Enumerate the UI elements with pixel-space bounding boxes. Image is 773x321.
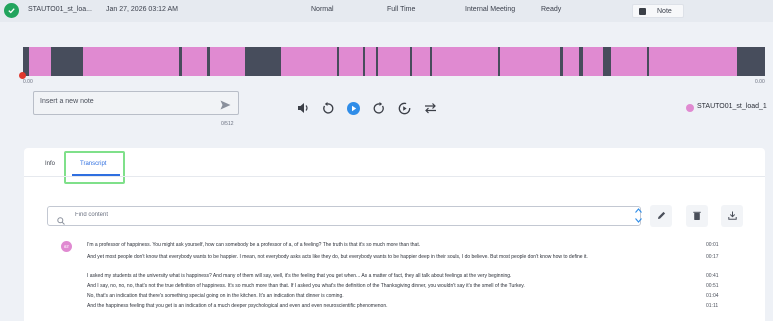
forward-icon[interactable]	[372, 101, 386, 115]
details-panel: Info Transcript ST I'm a professor of ha…	[24, 148, 765, 321]
rewind-icon[interactable]	[320, 101, 334, 115]
speech-segment	[182, 47, 207, 76]
speech-segment	[210, 47, 245, 76]
shift-label: Full Time	[387, 6, 416, 13]
speech-segment	[83, 47, 179, 76]
download-button[interactable]	[721, 205, 743, 227]
speech-segment	[378, 47, 410, 76]
transcript-timestamp[interactable]: 00:01	[706, 242, 719, 248]
transcript-timestamp[interactable]: 01:04	[706, 293, 719, 299]
tab-focus-highlight	[64, 151, 125, 184]
transcript-timestamp[interactable]: 01:11	[706, 303, 718, 309]
note-icon	[639, 8, 646, 15]
trash-icon	[693, 207, 701, 225]
transcript-timestamp[interactable]: 00:17	[706, 254, 719, 260]
speech-segment	[281, 47, 337, 76]
transcript-line[interactable]: And the happiness feeling that you get i…	[87, 303, 697, 310]
category-label: Internal Meeting	[465, 6, 516, 13]
pencil-icon	[657, 207, 666, 225]
speech-segment	[339, 47, 363, 76]
search-input[interactable]	[75, 212, 475, 218]
transcript-line[interactable]: And I say, no, no, no, that's not the tr…	[87, 283, 697, 290]
speaker-color-dot	[686, 104, 694, 112]
delete-button[interactable]	[686, 205, 708, 227]
speech-segment	[432, 47, 498, 76]
priority-label: Normal	[311, 6, 334, 13]
speaker-name: STAUTO01_st_load_1	[697, 103, 767, 110]
loop-icon[interactable]	[423, 101, 437, 115]
recording-datetime: Jan 27, 2026 03:12 AM	[106, 6, 178, 13]
transcript-line[interactable]: I'm a professor of happiness. You might …	[87, 242, 697, 249]
chevron-up-icon[interactable]	[634, 208, 642, 214]
download-icon	[727, 207, 737, 225]
check-circle-icon	[4, 3, 19, 18]
play-icon[interactable]	[346, 101, 360, 115]
note-char-counter: 0/512	[221, 121, 234, 127]
transcript-line[interactable]: I asked my students at the university wh…	[87, 273, 697, 280]
avatar: ST	[61, 241, 72, 252]
speech-segment	[365, 47, 376, 76]
transcript-timestamp[interactable]: 00:41	[706, 273, 719, 279]
volume-icon[interactable]	[296, 101, 310, 115]
note-button[interactable]: Note	[632, 4, 684, 18]
note-input[interactable]	[40, 98, 210, 105]
top-bar: STAUTO01_st_loa... Jan 27, 2026 03:12 AM…	[0, 0, 773, 22]
speech-segment	[649, 47, 737, 76]
search-icon	[57, 212, 65, 230]
tab-info[interactable]: Info	[45, 161, 55, 167]
start-time: 0.00	[23, 79, 33, 85]
note-button-label: Note	[657, 8, 672, 15]
waveform[interactable]	[23, 47, 765, 76]
transcript-timestamp[interactable]: 00:51	[706, 283, 719, 289]
speed-icon[interactable]	[397, 101, 411, 115]
transcript-line[interactable]: And yet most people don't know that ever…	[87, 254, 697, 261]
chevron-down-icon[interactable]	[634, 218, 642, 224]
playhead-marker[interactable]	[19, 72, 26, 79]
speech-segment	[412, 47, 430, 76]
speech-segment	[563, 47, 579, 76]
end-time: 0.00	[755, 79, 765, 85]
search-box[interactable]	[47, 206, 641, 226]
speech-segment	[29, 47, 51, 76]
send-icon[interactable]	[220, 97, 231, 115]
speech-segment	[611, 47, 647, 76]
transcript-line[interactable]: No, that's an indication that there's so…	[87, 293, 697, 300]
edit-button[interactable]	[650, 205, 672, 227]
status-label: Ready	[541, 6, 562, 13]
recording-name: STAUTO01_st_loa...	[28, 6, 92, 13]
speech-segment	[583, 47, 603, 76]
note-input-box[interactable]	[33, 91, 239, 115]
speech-segment	[500, 47, 560, 76]
tabs-divider	[24, 176, 765, 177]
